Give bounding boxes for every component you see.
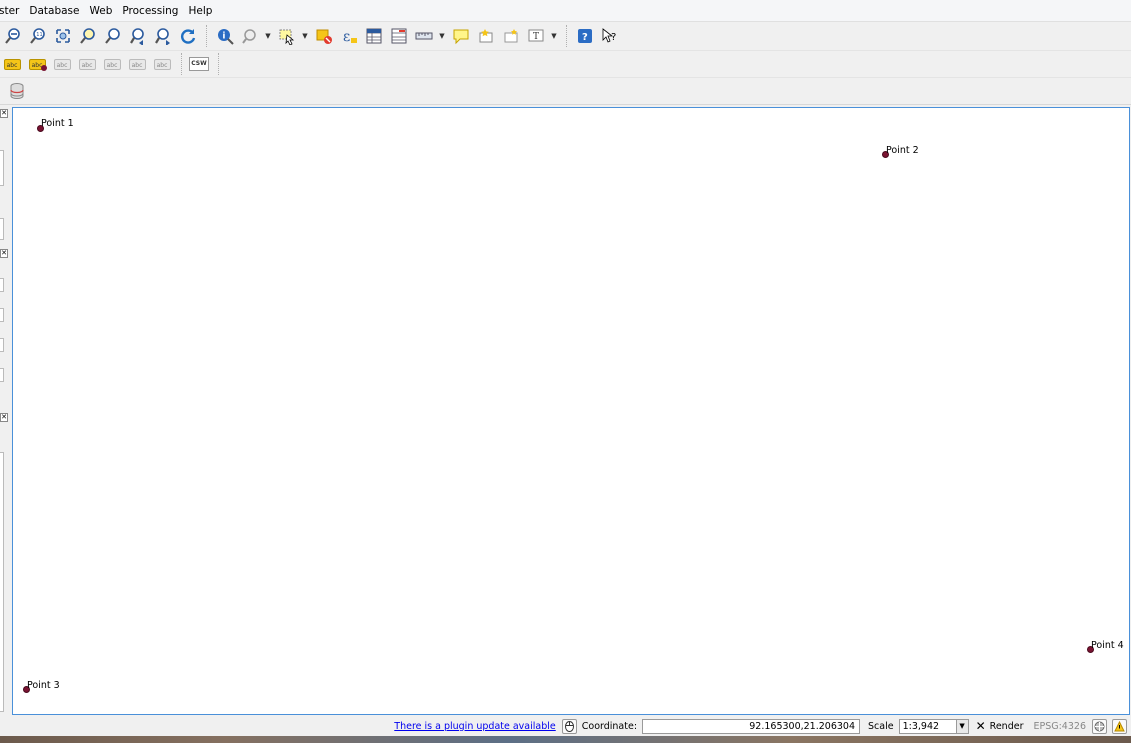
close-icon[interactable]: ✕ [0,249,8,258]
menu-web[interactable]: Web [84,0,117,22]
label-tool-icon[interactable]: abc [2,54,22,74]
svg-text:?: ? [582,32,588,43]
database-toolbar [0,78,1131,105]
csw-client-button[interactable]: CSW [189,54,209,74]
chevron-down-icon[interactable]: ▼ [438,25,446,47]
chevron-down-icon[interactable]: ▼ [264,25,272,47]
menu-help[interactable]: Help [183,0,217,22]
svg-text:ε: ε [343,29,350,45]
dock-widget-stub [0,308,4,322]
left-dock-panel: ✕ ✕ ✕ [0,106,12,716]
zoom-out-icon[interactable] [2,25,24,47]
svg-text:i: i [222,32,225,42]
close-icon[interactable]: ✕ [0,109,8,118]
svg-text:?: ? [611,32,616,43]
toolbar-separator [566,25,570,47]
svg-text:T: T [533,32,539,42]
render-checkbox[interactable]: ✕ [976,719,986,734]
zoom-to-layer-icon[interactable] [102,25,124,47]
menu-raster[interactable]: ster [0,0,24,22]
toolbar-separator [181,53,185,75]
text-annotation-icon[interactable]: T [525,25,547,47]
zoom-to-selection-icon[interactable] [77,25,99,47]
attribute-table-icon[interactable] [363,25,385,47]
scale-label: Scale [868,720,894,732]
dock-widget-stub [0,338,4,352]
touch-zoom-icon[interactable] [239,25,261,47]
crs-globe-icon[interactable] [1092,718,1107,734]
dock-scrollbar[interactable] [0,218,4,240]
os-taskbar-strip [0,736,1131,743]
menu-bar: ster Database Web Processing Help [0,0,1131,22]
zoom-next-icon[interactable] [152,25,174,47]
messages-warning-icon[interactable] [1112,718,1127,734]
whats-this-icon[interactable]: ? [599,25,621,47]
dock-scrollbar[interactable] [0,150,4,186]
coordinate-field[interactable]: 92.165300,21.206304 [642,718,861,734]
qgis-window: ster Database Web Processing Help 11 i ▼… [0,0,1131,743]
rotate-label-icon[interactable]: abc [102,54,122,74]
point-label: Point 3 [27,680,60,691]
map-tips-icon[interactable] [450,25,472,47]
point-label: Point 1 [41,118,74,129]
plugin-update-link[interactable]: There is a plugin update available [394,721,555,732]
coordinate-toggle-button[interactable] [561,718,577,734]
chevron-down-icon[interactable]: ▼ [301,25,309,47]
statistics-icon[interactable] [388,25,410,47]
zoom-last-icon[interactable] [127,25,149,47]
zoom-full-icon[interactable] [52,25,74,47]
chevron-down-icon[interactable]: ▼ [956,718,969,734]
coordinate-label: Coordinate: [581,720,638,732]
show-hide-labels-icon[interactable]: abc [52,54,72,74]
label-toolbar: abc abc abc abc abc abc abc CSW [0,51,1131,78]
map-canvas[interactable]: Point 1 Point 2 Point 3 Point 4 [12,107,1130,715]
identify-icon[interactable]: i [214,25,236,47]
move-label-icon[interactable]: abc [77,54,97,74]
database-icon[interactable] [6,80,28,102]
deselect-icon[interactable] [313,25,335,47]
render-label: Render [989,720,1024,732]
menu-database[interactable]: Database [24,0,84,22]
help-icon[interactable]: ? [574,25,596,47]
close-icon[interactable]: ✕ [0,413,8,422]
toolbar-separator [206,25,210,47]
menu-processing[interactable]: Processing [117,0,183,22]
point-label: Point 2 [886,145,919,156]
label-properties-icon[interactable]: abc [152,54,172,74]
measure-icon[interactable] [413,25,435,47]
refresh-icon[interactable] [177,25,199,47]
field-calculator-icon[interactable]: ε [338,25,360,47]
map-navigation-toolbar: 11 i ▼ ▼ ε ▼ T ▼ ? ? [0,22,1131,51]
dock-widget-stub [0,278,4,292]
point-label: Point 4 [1091,640,1124,651]
pin-labels-icon[interactable]: abc [27,54,47,74]
new-bookmark-icon[interactable] [475,25,497,47]
zoom-native-icon[interactable]: 11 [27,25,49,47]
dock-panel-body [0,452,4,712]
select-features-icon[interactable] [276,25,298,47]
status-bar: There is a plugin update available Coord… [0,716,1131,736]
chevron-down-icon[interactable]: ▼ [550,25,558,47]
change-label-icon[interactable]: abc [127,54,147,74]
csw-label: CSW [189,57,209,71]
toolbar-separator [218,53,222,75]
crs-status-button[interactable]: EPSG:4326 [1033,721,1086,732]
svg-text:11: 11 [36,32,42,38]
show-bookmarks-icon[interactable] [500,25,522,47]
dock-widget-stub [0,368,4,382]
mouse-icon [564,720,574,732]
scale-combobox[interactable]: 1:3,942 [898,718,957,734]
